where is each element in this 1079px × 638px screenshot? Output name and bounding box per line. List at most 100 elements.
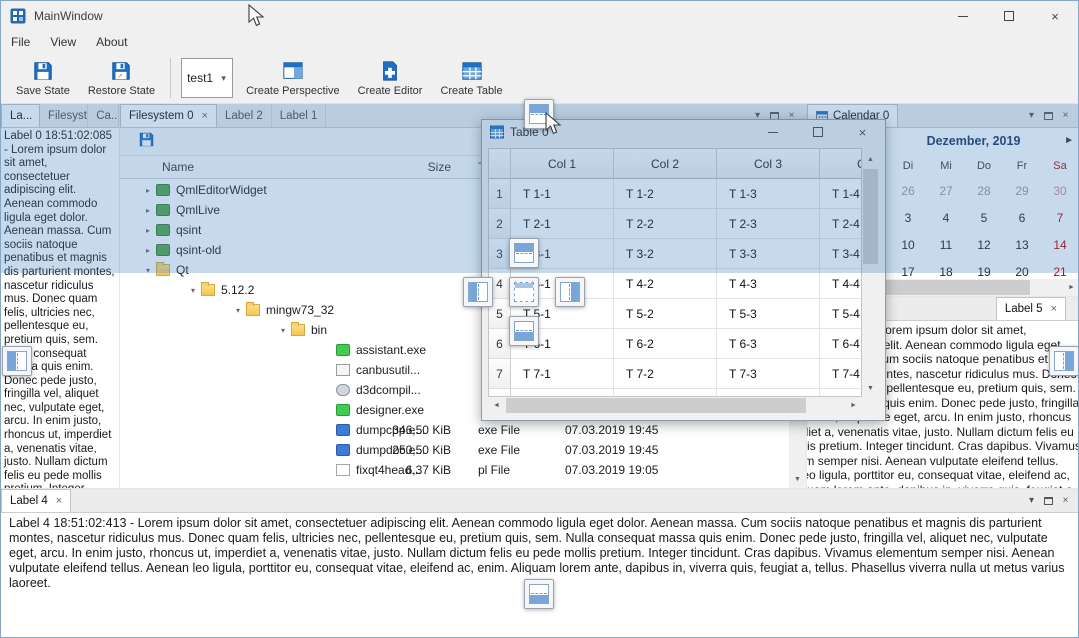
expander-expanded-icon[interactable]: ▾ [230,306,246,315]
drop-area-preview-overlay [1,104,1079,273]
scroll-down-icon[interactable]: ▼ [789,471,806,488]
titlebar: MainWindow × [1,1,1078,31]
close-icon[interactable]: × [1051,304,1057,315]
row-header[interactable]: 6 [489,329,511,359]
table-cell[interactable]: T 7-3 [717,359,820,389]
table-row: 5T 5-1T 5-2T 5-3T 5-4 [489,299,861,329]
tree-item-dumpdoc-e[interactable]: dumpdoc.e...250,50 KiBexe File07.03.2019… [120,440,789,460]
save-state-label: Save State [16,85,70,97]
close-button[interactable]: × [1032,1,1078,31]
table-cell[interactable]: T 6-4 [820,329,862,359]
drop-indicator-area-center[interactable] [509,277,539,307]
table-cell[interactable]: T 6-2 [614,329,717,359]
minimize-button[interactable] [940,1,986,31]
toolbar-separator [170,58,171,98]
expander-expanded-icon[interactable]: ▾ [275,326,291,335]
table-row: 7T 7-1T 7-2T 7-3T 7-4 [489,359,861,389]
scroll-right-icon[interactable]: ► [1063,279,1079,296]
table-cell[interactable]: T 7-4 [820,359,862,389]
tree-item-fixqt4head[interactable]: fixqt4head...6,37 KiBpl File07.03.2019 1… [120,460,789,480]
table-row: 6T 6-1T 6-2T 6-3T 6-4 [489,329,861,359]
file-date: 07.03.2019 19:45 [565,423,658,437]
file-size: 250,50 KiB [341,443,451,457]
label4-dock-body: Label 4 18:51:02:413 - Lorem ipsum dolor… [1,513,1079,638]
create-perspective-button[interactable]: Create Perspective [237,55,349,102]
table-cell[interactable]: T 7-2 [614,359,717,389]
float-icon [1044,497,1053,505]
create-table-label: Create Table [440,85,502,97]
file-name: canbusutil... [356,363,420,377]
menu-about[interactable]: About [86,31,137,53]
drop-indicator-area-left[interactable] [463,277,493,307]
scroll-down-icon[interactable]: ▼ [862,380,879,397]
table-row: 4T 4-1T 4-2T 4-3T 4-4 [489,269,861,299]
perspective-combo[interactable]: test1 ▾ [181,58,233,98]
expander-expanded-icon[interactable]: ▾ [185,286,201,295]
scroll-left-icon[interactable]: ◄ [488,397,505,414]
folder-icon [291,324,305,336]
table-cell[interactable]: T 5-3 [717,299,820,329]
scroll-right-icon[interactable]: ► [845,397,862,414]
tree-item-dumpcpp-e[interactable]: dumpcpp.e...346,50 KiBexe File07.03.2019… [120,420,789,440]
toolbar: Save State Restore State test1 ▾ Create … [1,53,1078,104]
drop-indicator-container-right[interactable] [1049,346,1079,376]
menu-file[interactable]: File [1,31,40,53]
table-cell[interactable]: T 8-1 [511,389,614,397]
app-icon-file [336,364,350,376]
table-cell[interactable]: T 4-3 [717,269,820,299]
drop-indicator-container-left[interactable] [2,346,32,376]
perspective-icon [282,59,304,82]
create-table-button[interactable]: Create Table [431,55,511,102]
table-cell[interactable]: T 5-2 [614,299,717,329]
file-type: pl File [478,463,510,477]
restore-icon [110,59,132,82]
file-name: designer.exe [356,403,424,417]
close-icon[interactable]: × [56,496,62,507]
table-cell[interactable]: T 6-3 [717,329,820,359]
dll-icon [336,384,350,396]
chevron-down-icon: ▾ [217,59,230,97]
create-editor-button[interactable]: Create Editor [349,55,432,102]
file-name: mingw73_32 [266,303,334,317]
window-title: MainWindow [34,9,103,23]
table-cell[interactable]: T 8-3 [717,389,820,397]
create-editor-label: Create Editor [358,85,423,97]
tab-label-5[interactable]: Label 5 × [996,297,1066,320]
table-cell[interactable]: T 8-2 [614,389,717,397]
table-cell[interactable]: T 7-1 [511,359,614,389]
dock-float-button[interactable] [1040,492,1057,509]
dock-close-button[interactable]: × [1057,492,1074,509]
table-icon [461,59,483,82]
table-cell[interactable]: T 4-2 [614,269,717,299]
menu-view[interactable]: View [40,31,86,53]
editor-icon [379,59,401,82]
table-cell[interactable]: T 4-4 [820,269,862,299]
drop-indicator-area-right[interactable] [555,277,585,307]
file-date: 07.03.2019 19:05 [565,463,658,477]
file-size: 6,37 KiB [341,463,451,477]
table-cell[interactable]: T 5-4 [820,299,862,329]
minimize-icon [958,16,968,17]
row-header[interactable]: 8 [489,389,511,397]
drop-indicator-container-bottom[interactable] [524,579,554,609]
file-name: assistant.exe [356,343,426,357]
file-date: 07.03.2019 19:45 [565,443,658,457]
row-header[interactable]: 7 [489,359,511,389]
save-icon [32,59,54,82]
app-icon [10,8,26,24]
qt-app-icon [336,404,350,416]
dock-menu-button[interactable]: ▾ [1023,492,1040,509]
maximize-button[interactable] [986,1,1032,31]
drop-indicator-area-bottom[interactable] [509,316,539,346]
table0-hscrollbar[interactable]: ◄ ► [488,397,862,414]
tab-label-4[interactable]: Label 4 × [1,489,71,512]
drop-indicator-area-top[interactable] [509,238,539,268]
restore-state-button[interactable]: Restore State [79,55,164,102]
label4-dock: Label 4 × ▾ × Label 4 18:51:02:413 - Lor… [1,489,1079,638]
mouse-cursor [545,112,563,136]
file-name: bin [311,323,327,337]
save-state-button[interactable]: Save State [7,55,79,102]
file-size: 346,50 KiB [341,423,451,437]
table-cell[interactable]: T 8-4 [820,389,862,397]
scrollbar-thumb[interactable] [506,398,806,413]
